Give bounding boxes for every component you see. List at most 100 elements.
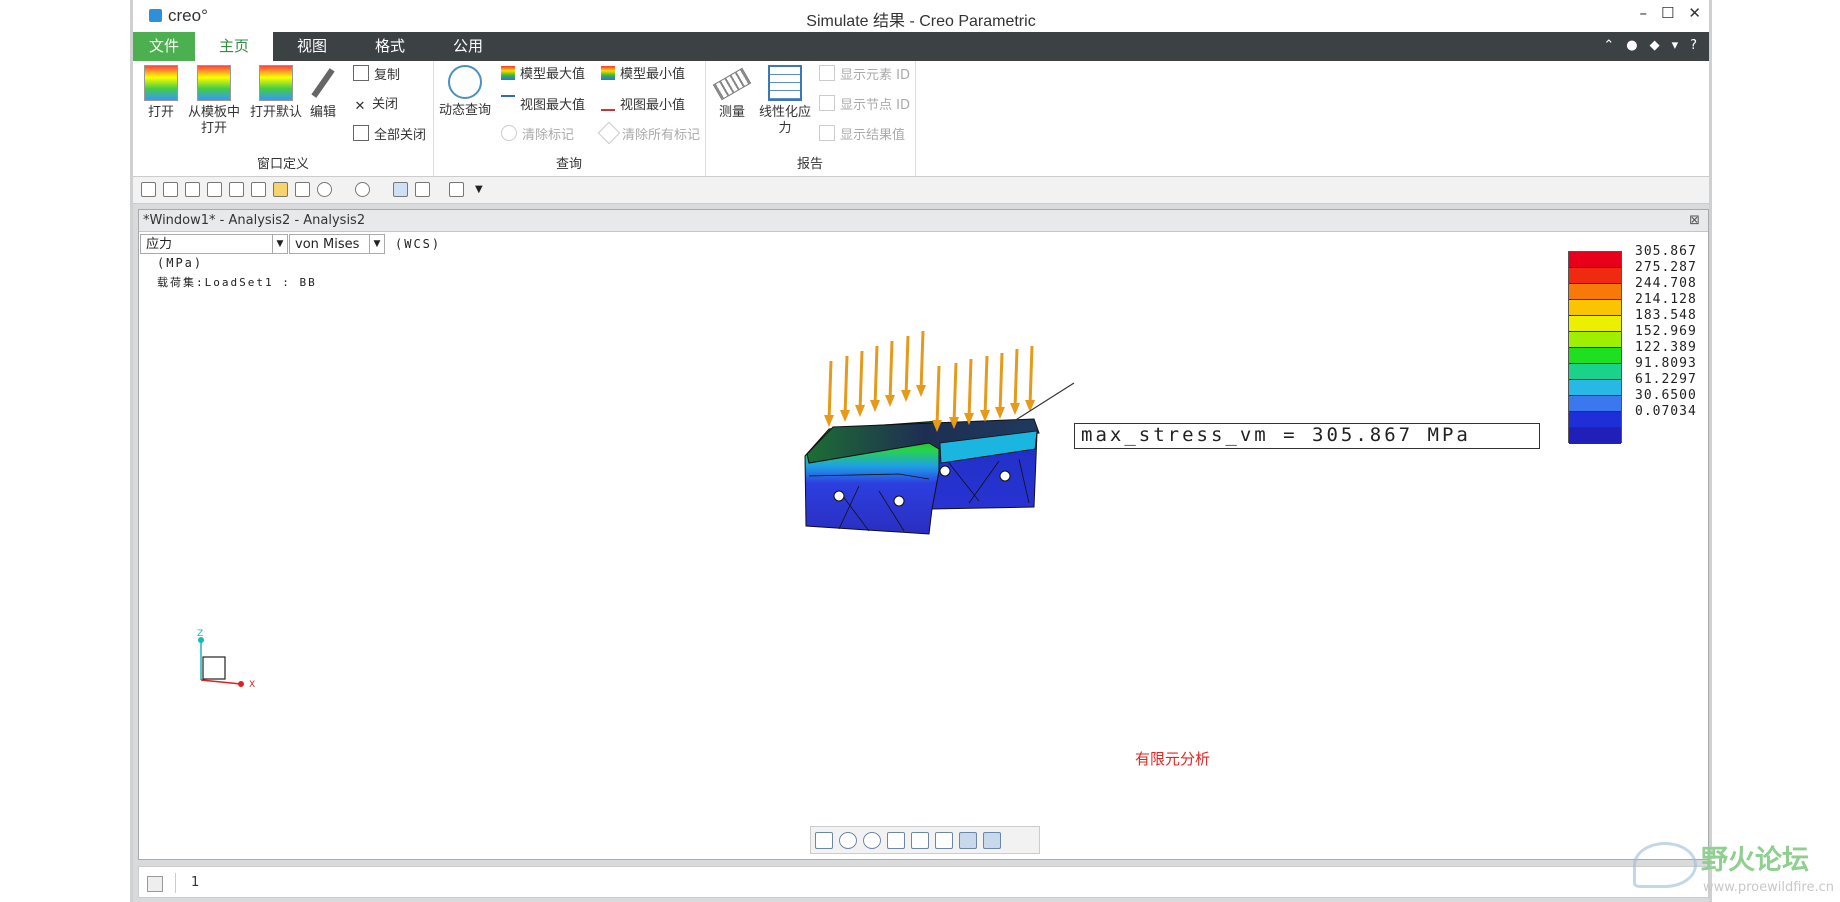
template-icon: [197, 65, 231, 101]
x-axis: [200, 679, 242, 685]
close-window-button[interactable]: ✕ 关闭: [353, 95, 398, 115]
node-id-icon: [819, 95, 835, 111]
dropdown-icon[interactable]: ▾: [1672, 38, 1679, 53]
clear-marks-label: 清除标记: [522, 128, 575, 143]
pencil-icon: [306, 65, 340, 101]
load-arrow-shaft: [888, 340, 894, 402]
tab-file[interactable]: 文件: [133, 32, 195, 61]
save-disabled-icon[interactable]: [295, 182, 310, 197]
learning-icon[interactable]: ◆: [1650, 38, 1660, 53]
zoom-out-icon[interactable]: [863, 832, 881, 849]
refit-icon[interactable]: [815, 832, 833, 849]
result-icon: [819, 125, 835, 141]
fea-model-view: Z X: [197, 330, 1075, 690]
show-node-id-button[interactable]: 显示节点 ID: [819, 95, 910, 115]
maximize-button[interactable]: ☐: [1661, 4, 1674, 22]
measure-button[interactable]: 测量: [707, 65, 757, 121]
regenerate-icon[interactable]: [393, 182, 408, 197]
clear-marks-button[interactable]: 清除标记: [501, 125, 574, 145]
saved-views-icon[interactable]: [911, 832, 929, 849]
save-copy-icon[interactable]: [185, 182, 200, 197]
watermark-url: www.proewildfire.cn: [1703, 880, 1834, 895]
undo-icon[interactable]: [317, 182, 332, 197]
load-arrow-head: [840, 410, 850, 422]
load-arrow-shaft: [1013, 348, 1019, 410]
image-icon[interactable]: [251, 182, 266, 197]
collapse-ribbon-icon[interactable]: ⌃: [1603, 38, 1614, 53]
group-label-query: 查询: [555, 157, 582, 172]
close-window-icon[interactable]: [449, 182, 464, 197]
minimize-button[interactable]: –: [1639, 4, 1647, 22]
open-default-button[interactable]: 打开默认: [245, 65, 307, 121]
spin-center-icon[interactable]: [935, 832, 953, 849]
creo-window: creo° Simulate 结果 - Creo Parametric – ☐ …: [130, 0, 1712, 902]
ruler-icon: [712, 67, 752, 101]
watermark-logo-icon: [1633, 842, 1697, 888]
open-from-template-button[interactable]: 从模板中 打开: [183, 65, 245, 137]
copy-button[interactable]: 复制: [353, 65, 400, 85]
close-button[interactable]: ✕: [1688, 4, 1701, 22]
tab-view[interactable]: 视图: [273, 32, 351, 61]
view-min-button[interactable]: 视图最小值: [601, 95, 685, 115]
group-query: 动态查询 模型最大值 模型最小值 视图最大值 视图最小值 清除标记 清除所有标记…: [433, 61, 706, 176]
model-min-button[interactable]: 模型最小值: [601, 65, 685, 85]
open-folder-icon[interactable]: [273, 182, 288, 197]
zoom-in-icon[interactable]: [839, 832, 857, 849]
tab-utilities[interactable]: 公用: [429, 32, 507, 61]
show-element-id-button[interactable]: 显示元素 ID: [819, 65, 910, 85]
graphics-title-text: *Window1* - Analysis2 - Analysis2: [143, 213, 366, 228]
quick-access-toolbar: ▼: [133, 177, 1709, 204]
repaint-icon[interactable]: [887, 832, 905, 849]
tab-format[interactable]: 格式: [351, 32, 429, 61]
page-icon[interactable]: [229, 182, 244, 197]
customize-toolbar-icon[interactable]: ▼: [475, 182, 490, 197]
title-bar: creo° Simulate 结果 - Creo Parametric – ☐ …: [133, 0, 1709, 33]
account-icon[interactable]: ●: [1626, 38, 1637, 53]
status-toggle[interactable]: [147, 876, 163, 892]
dynamic-query-button[interactable]: 动态查询: [435, 65, 495, 119]
x-icon: ✕: [354, 99, 366, 114]
show-node-id-label: 显示节点 ID: [840, 98, 910, 113]
model-max-label: 模型最大值: [520, 67, 586, 82]
open-template-label-1: 从模板中: [187, 105, 240, 120]
save-icon[interactable]: [163, 182, 178, 197]
edit-button[interactable]: 编辑: [299, 65, 347, 121]
load-arrow-head: [1025, 400, 1035, 412]
load-arrow-shaft: [1028, 345, 1034, 407]
view-min-icon: [601, 95, 615, 111]
tab-home[interactable]: 主页: [195, 32, 273, 61]
help-icon[interactable]: ?: [1690, 38, 1697, 53]
windows-icon[interactable]: [415, 182, 430, 197]
view-max-button[interactable]: 视图最大值: [501, 95, 585, 115]
close-all-button[interactable]: 全部关闭: [353, 125, 426, 145]
graphics-window: *Window1* - Analysis2 - Analysis2 ⊠ 应力 ▼…: [138, 209, 1709, 860]
group-report: 测量 线性化应 力 显示元素 ID 显示节点 ID 显示结果值 报告: [705, 61, 916, 176]
load-arrow-head: [885, 395, 895, 407]
watermark: 野火论坛 www.proewildfire.cn: [1633, 832, 1840, 902]
datum-display-icon[interactable]: [983, 832, 1001, 849]
open-button[interactable]: 打开: [135, 65, 187, 121]
load-arrow-shaft: [843, 355, 849, 417]
graphics-close-icon[interactable]: ⊠: [1689, 210, 1700, 231]
load-arrow-shaft: [967, 358, 973, 420]
hole-4: [999, 470, 1011, 482]
coordinate-triad: Z X: [197, 629, 255, 690]
hole-2: [893, 495, 905, 507]
copy-icon: [353, 65, 369, 81]
close-file-icon[interactable]: [207, 182, 222, 197]
model-max-button[interactable]: 模型最大值: [501, 65, 585, 85]
ribbon-panel: 打开 从模板中 打开 打开默认 编辑 复制 ✕ 关闭 全部关闭 窗口定义 动态查…: [133, 61, 1709, 177]
clear-all-marks-button[interactable]: 清除所有标记: [597, 121, 700, 145]
new-file-icon[interactable]: [141, 182, 156, 197]
show-result-button[interactable]: 显示结果值: [819, 125, 905, 145]
watermark-text: 野火论坛: [1701, 845, 1809, 876]
load-arrow-shaft: [919, 330, 925, 392]
measure-label: 测量: [718, 105, 745, 120]
linearize-stress-button[interactable]: 线性化应 力: [755, 65, 815, 137]
load-arrow-shaft: [904, 335, 910, 397]
view-manager-icon[interactable]: [959, 832, 977, 849]
open-default-icon: [259, 65, 293, 101]
redo-icon[interactable]: [355, 182, 370, 197]
graphics-toolbar: [810, 826, 1040, 854]
load-arrow-shaft: [935, 365, 941, 427]
